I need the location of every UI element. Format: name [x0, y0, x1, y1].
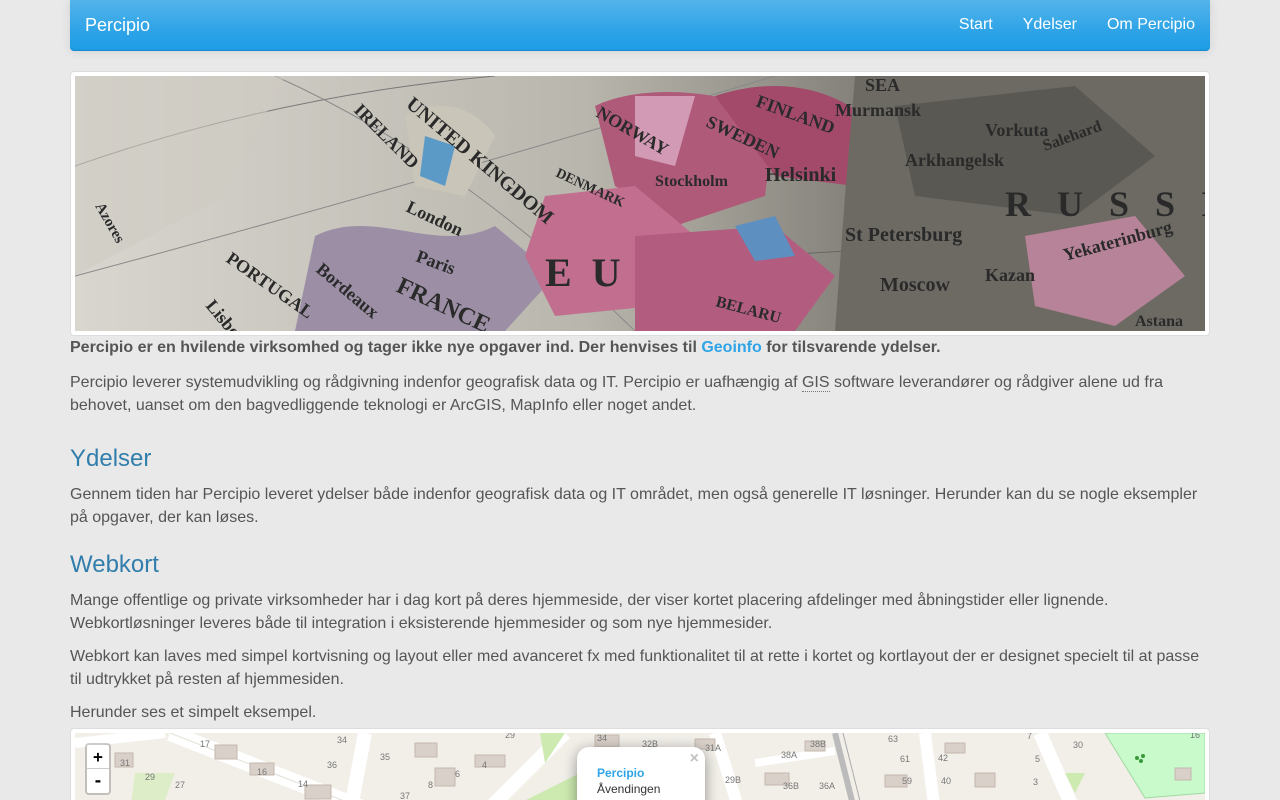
- house-number: 34: [597, 733, 607, 743]
- banner-label-russia: RUSSIA: [1005, 184, 1205, 224]
- gis-abbr: GIS: [801, 374, 830, 392]
- popup-address: Åvendingen 24A: [597, 782, 661, 800]
- navbar: Percipio Start Ydelser Om Percipio: [70, 0, 1210, 51]
- banner-label-sea: SEA: [865, 76, 900, 95]
- house-number: 59: [902, 776, 912, 786]
- house-number: 7: [1027, 733, 1032, 741]
- banner-label-helsinki: Helsinki: [765, 164, 837, 186]
- webkort-heading: Webkort: [70, 551, 159, 578]
- house-number: 34: [337, 735, 347, 745]
- house-number: 42: [938, 753, 948, 763]
- house-number: 3: [1033, 777, 1038, 787]
- webkort-paragraph-2: Webkort kan laves med simpel kortvisning…: [70, 648, 1200, 688]
- house-number: 29B: [725, 775, 741, 785]
- house-number: 29: [145, 772, 155, 782]
- banner-label-arkhangelsk: Arkhangelsk: [905, 150, 1004, 170]
- house-number: 63: [888, 734, 898, 744]
- house-number: 36A: [819, 781, 835, 791]
- popup-title: Percipio: [597, 766, 645, 780]
- house-number: 30: [1073, 740, 1083, 750]
- house-number: 27: [175, 780, 185, 790]
- house-number: 40: [941, 776, 951, 786]
- banner-label-moscow: Moscow: [880, 274, 951, 296]
- banner-label-st-petersburg: St Petersburg: [845, 224, 962, 246]
- banner-label-eu: EU: [545, 250, 641, 295]
- zoom-control: + -: [85, 743, 111, 795]
- notice-text-before: Percipio er en hvilende virksomhed og ta…: [70, 339, 702, 356]
- house-number: 36: [327, 760, 337, 770]
- dormant-notice: Percipio er en hvilende virksomhed og ta…: [70, 338, 1210, 358]
- house-number: 6: [455, 769, 460, 779]
- brand-link[interactable]: Percipio: [85, 15, 150, 35]
- house-number: 31: [120, 758, 130, 768]
- house-number: 36B: [783, 781, 799, 791]
- house-number: 38B: [810, 739, 826, 749]
- banner-label-kazan: Kazan: [985, 265, 1035, 285]
- zoom-in-button[interactable]: +: [87, 745, 109, 769]
- banner-globe-image: UNITED KINGDOM IRELAND NORWAY SWEDEN FIN…: [75, 76, 1205, 331]
- map-popup: × Percipio Åvendingen 24A: [577, 747, 705, 800]
- ydelser-paragraph: Gennem tiden har Percipio leveret ydelse…: [70, 486, 1198, 526]
- webkort-paragraph-3: Herunder ses et simpelt eksempel.: [70, 704, 317, 721]
- house-number: 38A: [781, 750, 797, 760]
- house-number: 61: [900, 754, 910, 764]
- webkort-paragraph-1: Mange offentlige og private virksomheder…: [70, 592, 1109, 632]
- house-number: 37: [400, 791, 410, 800]
- house-number: 5: [1035, 754, 1040, 764]
- house-number: 31A: [705, 743, 721, 753]
- house-number: 8: [428, 780, 433, 790]
- house-number: 35: [380, 752, 390, 762]
- intro-text-before: Percipio leverer systemudvikling og rådg…: [70, 374, 802, 391]
- banner-label-vorkuta: Vorkuta: [985, 120, 1048, 140]
- nav-links: Start Ydelser Om Percipio: [944, 0, 1210, 51]
- house-number: 16: [257, 767, 267, 777]
- popup-close-icon[interactable]: ×: [690, 750, 699, 768]
- notice-text-after: for tilsvarende ydelser.: [761, 339, 941, 356]
- house-number: 17: [200, 739, 210, 749]
- geoinfo-link[interactable]: Geoinfo: [701, 339, 761, 356]
- house-number: 14: [298, 779, 308, 789]
- nav-link-start[interactable]: Start: [944, 0, 1008, 51]
- banner-label-murmansk: Murmansk: [835, 100, 921, 120]
- nav-link-om-percipio[interactable]: Om Percipio: [1092, 0, 1210, 51]
- webmap-frame: 17 31 29 27 34 16 14 36 35 6 4 37 8 29 3…: [70, 728, 1210, 800]
- house-number: 29: [505, 733, 515, 740]
- house-number: 4: [482, 760, 487, 770]
- banner-label-astana: Astana: [1135, 313, 1183, 330]
- ydelser-heading: Ydelser: [70, 445, 152, 472]
- main-content: Percipio er en hvilende virksomhed og ta…: [70, 338, 1210, 734]
- nav-link-ydelser[interactable]: Ydelser: [1008, 0, 1092, 51]
- banner-label-stockholm: Stockholm: [655, 173, 729, 190]
- intro-paragraph: Percipio leverer systemudvikling og rådg…: [70, 371, 1210, 417]
- house-number: 16: [1190, 733, 1200, 740]
- webmap-canvas[interactable]: 17 31 29 27 34 16 14 36 35 6 4 37 8 29 3…: [75, 733, 1205, 800]
- banner-image-frame: UNITED KINGDOM IRELAND NORWAY SWEDEN FIN…: [70, 71, 1210, 336]
- zoom-out-button[interactable]: -: [87, 769, 109, 793]
